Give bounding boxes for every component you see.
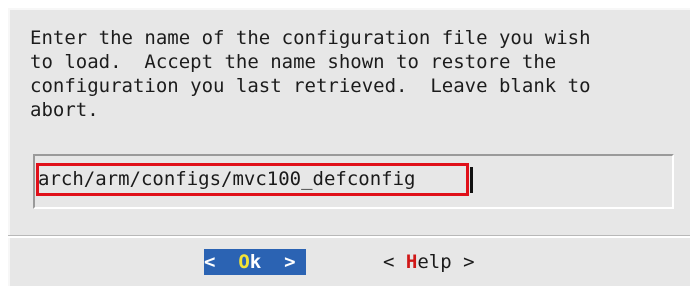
ok-button-suffix: >	[284, 251, 296, 273]
help-button-hotkey: H	[405, 251, 418, 273]
ok-button-prefix: <	[204, 251, 239, 273]
help-button-suffix: >	[451, 251, 475, 273]
ok-button-hotkey: O	[238, 251, 250, 273]
filename-input[interactable]: arch/arm/configs/mvc100_defconfig	[38, 164, 416, 194]
help-button[interactable]: < Help >	[383, 249, 475, 275]
help-button-label-rest: elp	[417, 251, 452, 273]
prompt-text: Enter the name of the configuration file…	[30, 27, 591, 121]
text-cursor	[470, 167, 473, 193]
button-separator	[8, 235, 690, 238]
ok-button[interactable]: < Ok >	[204, 249, 306, 275]
ok-button-label-rest: k	[249, 251, 285, 273]
help-button-prefix: <	[383, 251, 406, 273]
